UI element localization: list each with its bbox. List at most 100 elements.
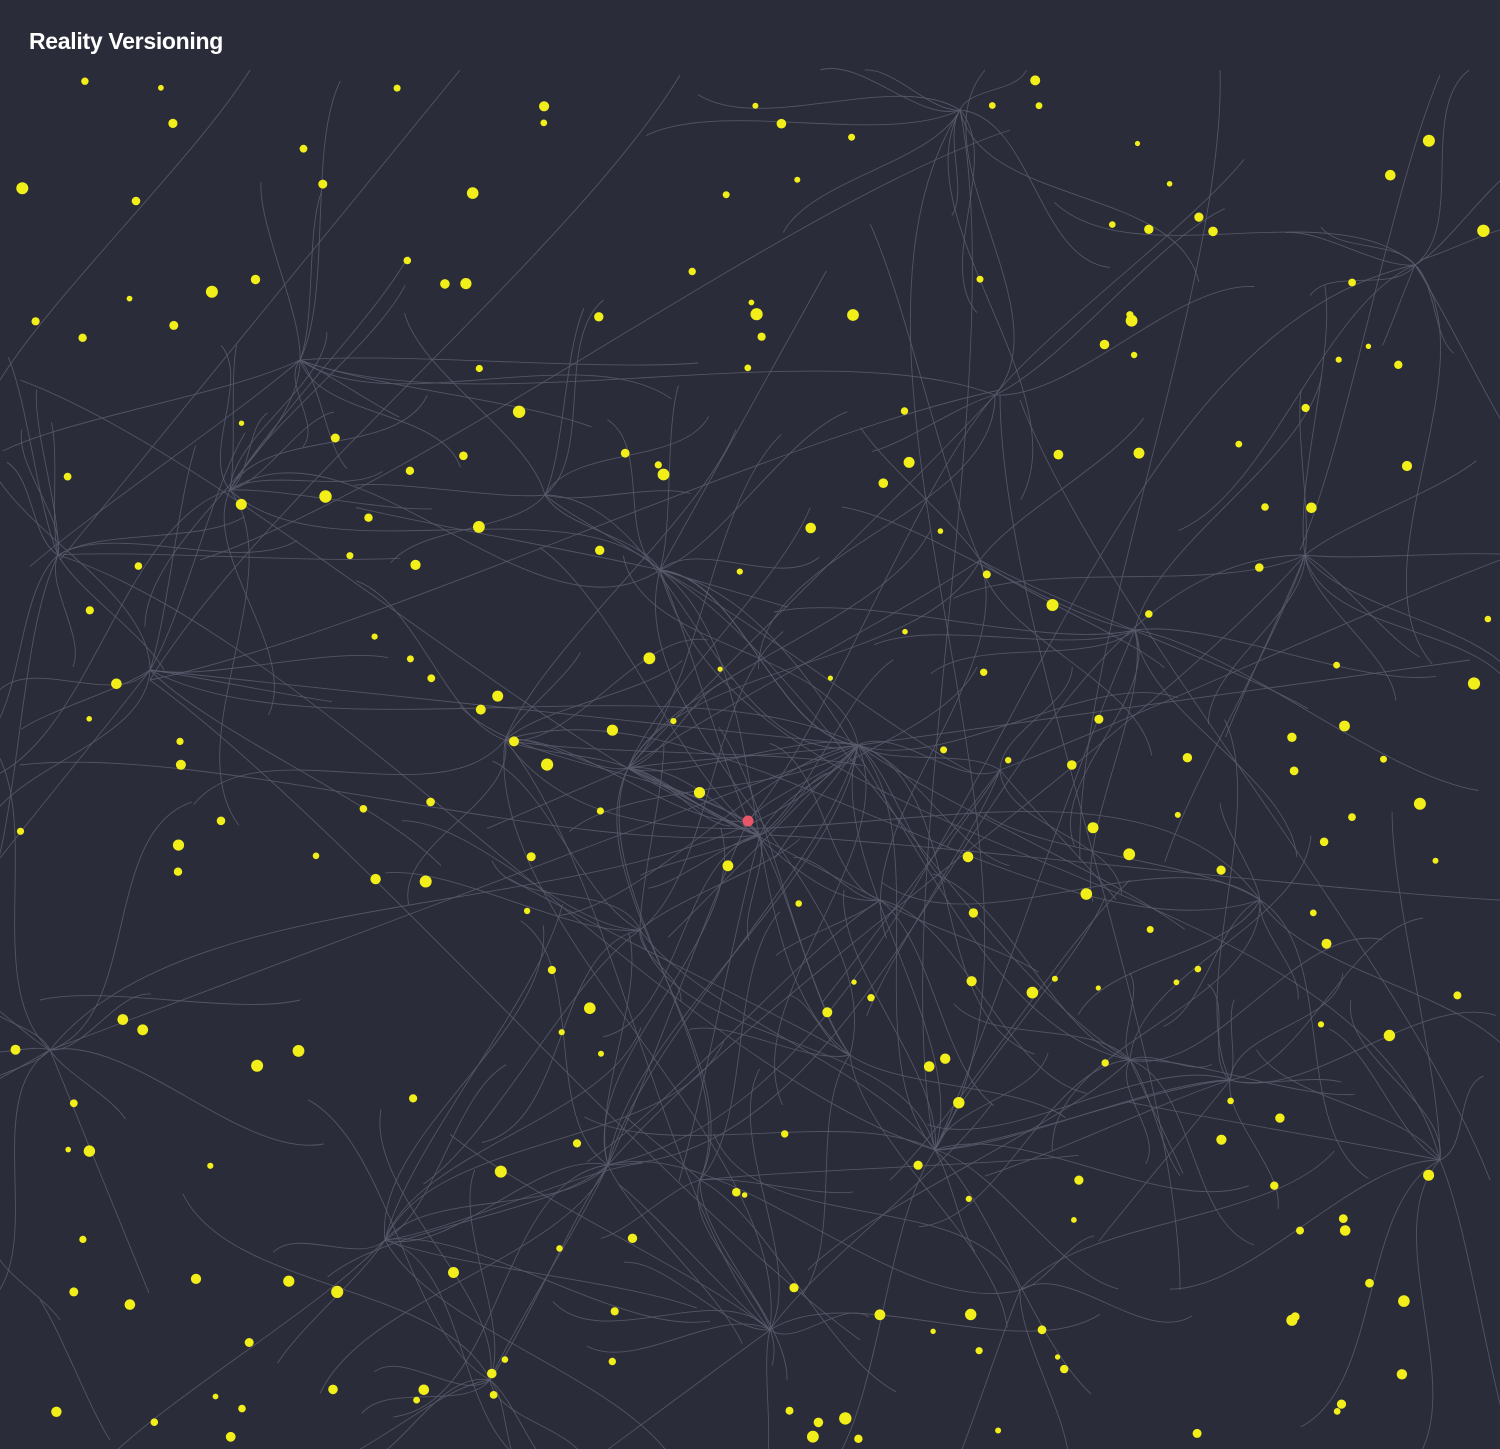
version-node[interactable] (1365, 1278, 1374, 1288)
version-node[interactable] (1134, 140, 1141, 147)
version-node[interactable] (509, 736, 519, 747)
version-node[interactable] (393, 84, 401, 92)
version-node[interactable] (409, 1094, 418, 1103)
version-node[interactable] (839, 1412, 852, 1425)
version-node[interactable] (822, 1007, 833, 1018)
version-node[interactable] (1126, 311, 1134, 319)
version-node[interactable] (318, 179, 328, 189)
version-node[interactable] (558, 1029, 565, 1036)
version-node[interactable] (598, 1050, 604, 1057)
version-node[interactable] (410, 559, 421, 571)
version-node[interactable] (207, 1162, 214, 1169)
version-node[interactable] (190, 1273, 202, 1284)
version-node[interactable] (212, 1393, 219, 1400)
version-node[interactable] (923, 1061, 935, 1072)
version-node[interactable] (627, 1233, 638, 1244)
version-node[interactable] (805, 522, 816, 534)
version-node[interactable] (1339, 720, 1350, 732)
version-node[interactable] (1166, 181, 1173, 187)
version-node[interactable] (937, 528, 944, 534)
version-node[interactable] (427, 674, 436, 683)
version-node[interactable] (235, 498, 247, 510)
version-node[interactable] (292, 1045, 305, 1057)
version-node[interactable] (1192, 1428, 1202, 1438)
version-node[interactable] (851, 979, 857, 985)
version-node[interactable] (460, 278, 472, 290)
version-node[interactable] (902, 628, 908, 635)
version-node[interactable] (744, 364, 752, 372)
version-node[interactable] (953, 1097, 965, 1109)
version-node[interactable] (620, 448, 630, 458)
version-node[interactable] (501, 1356, 509, 1363)
version-node[interactable] (83, 1145, 96, 1157)
version-node[interactable] (854, 1434, 863, 1444)
version-node[interactable] (117, 1014, 129, 1025)
version-node[interactable] (913, 1160, 923, 1170)
version-node[interactable] (169, 320, 179, 330)
version-node[interactable] (523, 907, 531, 915)
version-node[interactable] (752, 102, 759, 109)
version-node[interactable] (1467, 677, 1481, 690)
version-node[interactable] (78, 333, 87, 342)
version-node[interactable] (867, 994, 875, 1002)
version-node[interactable] (1339, 1225, 1351, 1236)
version-node[interactable] (1216, 1134, 1227, 1145)
version-node[interactable] (1261, 503, 1269, 511)
version-node[interactable] (1194, 965, 1202, 973)
version-node[interactable] (494, 1165, 507, 1178)
version-node[interactable] (1453, 991, 1462, 1000)
version-node[interactable] (1123, 848, 1136, 861)
version-node[interactable] (1423, 1169, 1435, 1181)
version-node[interactable] (526, 852, 536, 862)
version-node[interactable] (1146, 926, 1154, 933)
version-node[interactable] (966, 976, 977, 987)
version-node[interactable] (1296, 1226, 1304, 1235)
version-node[interactable] (51, 1406, 62, 1418)
version-node[interactable] (283, 1275, 295, 1287)
version-node[interactable] (757, 332, 766, 341)
version-node[interactable] (980, 668, 988, 676)
version-node[interactable] (654, 461, 662, 469)
version-node[interactable] (69, 1287, 79, 1297)
version-node[interactable] (1080, 888, 1093, 900)
version-node[interactable] (1037, 1325, 1047, 1335)
version-node[interactable] (776, 118, 787, 129)
version-node[interactable] (975, 1347, 983, 1355)
version-node[interactable] (1235, 440, 1243, 448)
canvas[interactable]: Reality Versioning (0, 0, 1500, 1449)
version-node[interactable] (717, 666, 723, 672)
version-node[interactable] (137, 1024, 149, 1036)
version-node[interactable] (85, 606, 94, 615)
version-node[interactable] (903, 456, 915, 468)
version-node[interactable] (900, 407, 909, 415)
version-node[interactable] (65, 1146, 71, 1153)
version-node[interactable] (1182, 753, 1193, 763)
version-node[interactable] (1484, 615, 1492, 623)
version-node[interactable] (238, 420, 245, 426)
version-node[interactable] (359, 805, 368, 813)
version-node[interactable] (732, 1187, 741, 1197)
version-node[interactable] (1335, 356, 1342, 363)
version-node[interactable] (693, 787, 706, 799)
version-node[interactable] (1422, 134, 1435, 147)
version-node[interactable] (418, 1384, 430, 1396)
version-node[interactable] (1026, 986, 1039, 999)
version-node[interactable] (827, 675, 834, 681)
version-node[interactable] (1130, 351, 1138, 359)
version-node[interactable] (982, 570, 991, 579)
version-node[interactable] (539, 101, 550, 112)
version-node[interactable] (205, 285, 218, 298)
version-node[interactable] (312, 852, 320, 860)
version-node[interactable] (722, 191, 730, 199)
version-node[interactable] (1109, 221, 1116, 228)
version-node[interactable] (440, 279, 450, 289)
version-node[interactable] (1333, 1408, 1341, 1415)
version-node[interactable] (1270, 1181, 1279, 1190)
version-node[interactable] (1101, 1059, 1109, 1067)
version-node[interactable] (1317, 1021, 1325, 1028)
root-version-node[interactable] (742, 815, 754, 827)
version-tree-graph[interactable] (0, 0, 1500, 1449)
version-node[interactable] (1396, 1369, 1408, 1380)
version-node[interactable] (1094, 714, 1104, 724)
version-node[interactable] (722, 860, 734, 872)
